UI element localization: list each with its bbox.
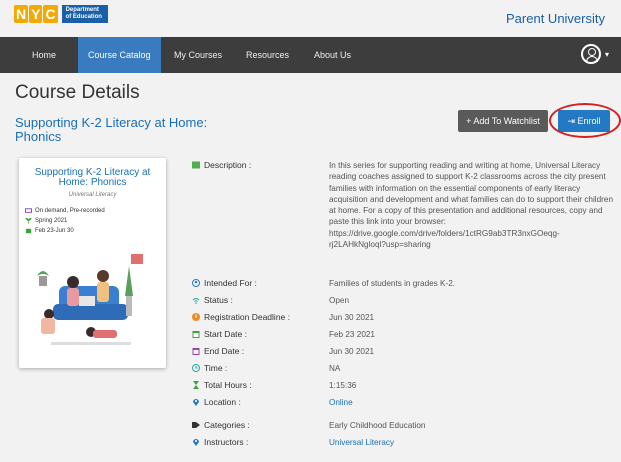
detail-time: Time : NA [192,363,614,374]
total-hours-label-text: Total Hours : [204,380,252,390]
nav-home[interactable]: Home [22,37,66,73]
description-value: In this series for supporting reading an… [329,161,614,250]
card-term: Spring 2021 [25,218,67,224]
start-date-label: Start Date : [192,329,329,340]
time-value: NA [329,364,341,373]
user-circle-icon [192,279,200,287]
end-date-value: Jun 30 2021 [329,347,375,356]
nav-resources[interactable]: Resources [236,37,299,73]
card-term-label: Spring 2021 [35,218,68,224]
location-link[interactable]: Online [329,397,614,408]
app-title[interactable]: Parent University [506,11,605,26]
logo-letter-c: C [43,5,58,23]
chevron-down-icon[interactable]: ▾ [605,50,609,59]
card-format-label: On demand, Pre-recorded [35,208,105,214]
detail-intended-for: Intended For : Families of students in g… [192,278,614,289]
end-date-label-text: End Date : [204,346,245,356]
detail-categories: Categories : Early Childhood Education [192,420,614,431]
time-label: Time : [192,363,329,374]
logo-letter-y: Y [29,5,43,23]
description-label-text: Description : [204,160,252,170]
alert-icon [192,313,200,321]
detail-end-date: End Date : Jun 30 2021 [192,346,614,357]
nyc-logo: N Y C [14,5,58,23]
course-card: Supporting K-2 Literacy at Home: Phonics… [19,158,166,368]
map-pin-icon [193,439,199,446]
user-menu[interactable]: ▾ [580,44,609,64]
intended-for-value: Families of students in grades K-2. [329,279,456,288]
status-label: Status : [192,295,329,306]
card-title: Supporting K-2 Literacy at Home: Phonics [34,167,151,188]
calendar-icon [25,228,32,234]
deadline-value: Jun 30 2021 [329,313,375,322]
detail-start-date: Start Date : Feb 23 2021 [192,329,614,340]
start-date-label-text: Start Date : [204,329,247,339]
sprout-icon [25,218,32,224]
tag-icon [192,422,200,428]
nav-course-catalog[interactable]: Course Catalog [78,37,161,73]
categories-value: Early Childhood Education [329,421,426,430]
status-value: Open [329,296,350,305]
family-reading-illustration [31,246,154,356]
map-pin-icon [193,399,199,406]
top-bar: N Y C Department of Education Parent Uni… [0,0,621,37]
main-nav: Home Course Catalog My Courses Resources… [0,37,621,73]
nav-about-us[interactable]: About Us [304,37,361,73]
time-label-text: Time : [204,363,228,373]
card-dates-label: Feb 23-Jun 30 [35,228,74,234]
enroll-highlight-circle [549,103,621,138]
nyc-doe-logo[interactable]: N Y C Department of Education [14,5,108,23]
deadline-label: Registration Deadline : [192,312,329,323]
monitor-icon [25,208,32,213]
detail-description: Description : In this series for support… [192,160,614,250]
categories-label-text: Categories : [204,420,250,430]
hourglass-icon [193,381,199,389]
intended-for-label-text: Intended For : [204,278,257,288]
clock-icon [192,364,200,372]
instructors-link[interactable]: Universal Literacy [329,437,614,448]
description-label: Description : [192,160,329,250]
deadline-label-text: Registration Deadline : [204,312,290,322]
calendar-start-icon [192,331,200,338]
end-date-label: End Date : [192,346,329,357]
doe-logo-text: Department of Education [61,5,108,23]
detail-location: Location : Online [192,397,614,408]
card-provider: Universal Literacy [68,192,117,198]
logo-letter-n: N [14,5,29,23]
course-title: Supporting K-2 Literacy at Home: Phonics [15,115,208,144]
instructors-label-text: Instructors : [204,437,249,447]
status-label-text: Status : [204,295,233,305]
categories-label: Categories : [192,420,329,431]
page-title: Course Details [15,82,140,103]
card-format: On demand, Pre-recorded [25,208,105,214]
detail-instructors: Instructors : Universal Literacy [192,437,614,448]
card-dates: Feb 23-Jun 30 [25,228,74,234]
description-icon [192,161,200,169]
detail-registration-deadline: Registration Deadline : Jun 30 2021 [192,312,614,323]
detail-status: Status : Open [192,295,614,306]
wifi-icon [192,298,200,304]
location-label-text: Location : [204,397,241,407]
add-to-watchlist-button[interactable]: + Add To Watchlist [458,110,548,132]
nav-my-courses[interactable]: My Courses [164,37,232,73]
start-date-value: Feb 23 2021 [329,330,375,339]
instructors-label: Instructors : [192,437,329,448]
total-hours-value: 1:15:36 [329,381,357,390]
location-label: Location : [192,397,329,408]
detail-total-hours: Total Hours : 1:15:36 [192,380,614,391]
total-hours-label: Total Hours : [192,380,329,391]
calendar-end-icon [192,348,200,355]
intended-for-label: Intended For : [192,278,329,289]
user-account-icon[interactable] [580,44,601,64]
